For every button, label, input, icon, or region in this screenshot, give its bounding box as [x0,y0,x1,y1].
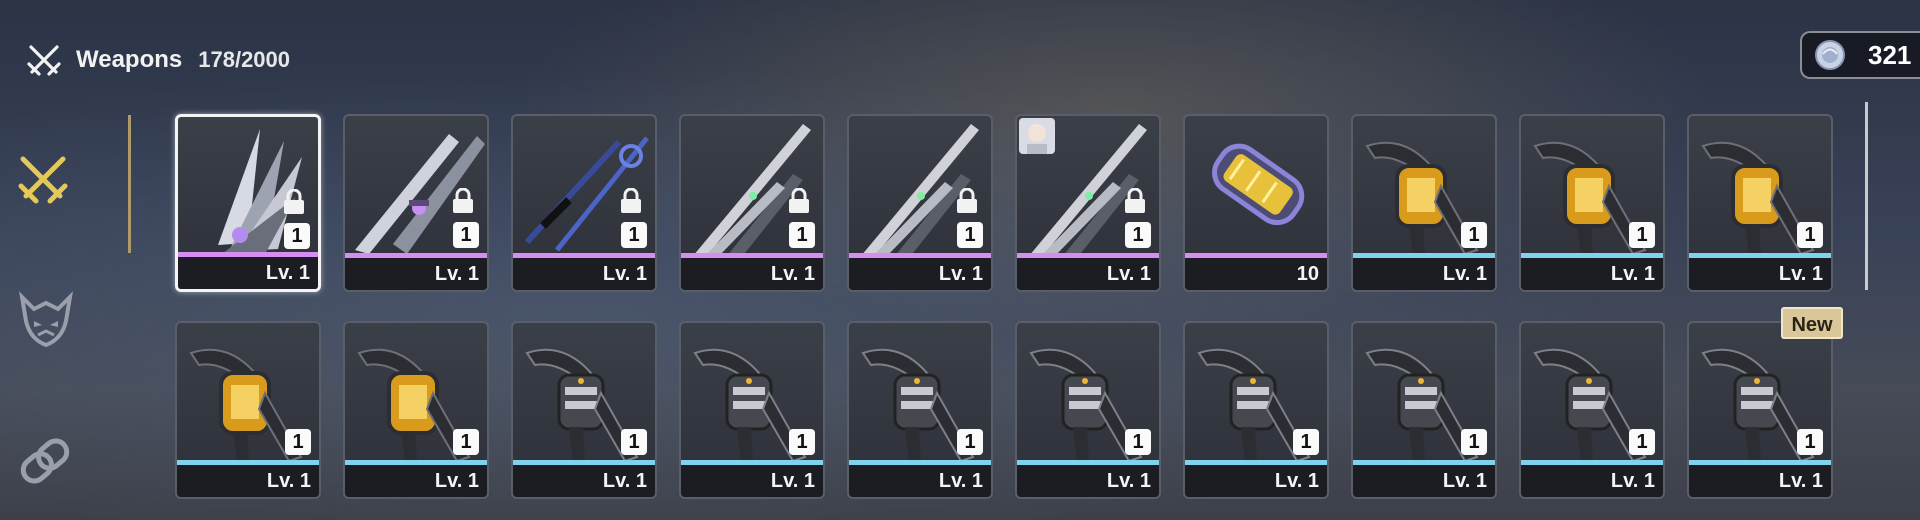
level-label: Lv. 1 [681,465,823,497]
quantity-badge: 1 [1461,222,1487,248]
level-label: Lv. 1 [513,258,655,290]
level-label: Lv. 1 [849,465,991,497]
weapon-card[interactable]: 10 [1183,114,1329,292]
demon-mask-icon [19,291,73,348]
quantity-badge: 1 [1629,222,1655,248]
weapon-card[interactable]: 1 Lv. 1 [175,114,321,292]
lock-icon [957,188,977,213]
weapon-card[interactable]: 1 Lv. 1 [343,114,489,292]
quantity-badge: 1 [957,429,983,455]
new-badge: New [1781,307,1843,339]
level-label: Lv. 1 [513,465,655,497]
level-label: Lv. 1 [1521,465,1663,497]
level-label: Lv. 1 [1017,465,1159,497]
quantity-badge: 1 [1461,429,1487,455]
lock-icon [789,188,809,213]
capsule-icon [1212,143,1305,226]
lock-icon [621,188,641,213]
weapon-card[interactable]: 1 Lv. 1 [847,321,993,499]
quantity-badge: 1 [1125,429,1151,455]
weapon-card[interactable]: 1 Lv. 1 [679,321,825,499]
quantity-badge: 1 [1293,429,1319,455]
coin-icon [1815,40,1845,70]
level-label: Lv. 1 [345,258,487,290]
weapon-card[interactable]: 1 Lv. 1 [1015,321,1161,499]
level-label: Lv. 1 [345,465,487,497]
sidebar-active-indicator [128,115,131,253]
weapon-card[interactable]: 1 Lv. 1 [1687,114,1833,292]
level-label: Lv. 1 [681,258,823,290]
level-label: Lv. 1 [1017,258,1159,290]
quantity-badge: 1 [789,222,815,248]
inventory-count: 178/2000 [198,47,291,72]
level-label: Lv. 1 [1689,258,1831,290]
quantity-badge: 1 [1797,222,1823,248]
weapon-card[interactable]: 1 Lv. 1 [511,114,657,292]
quantity-badge: 1 [621,429,647,455]
level-label: Lv. 1 [1689,465,1831,497]
lock-icon [284,189,304,214]
level-label: Lv. 1 [1185,465,1327,497]
currency-display[interactable]: 321 [1800,31,1920,79]
quantity-badge: 1 [453,429,479,455]
level-label: Lv. 1 [1353,258,1495,290]
gear-tab[interactable] [14,430,72,488]
weapon-card[interactable]: 1 Lv. 1 [679,114,825,292]
quantity-badge: 1 [1125,222,1151,248]
level-label: Lv. 1 [1521,258,1663,290]
quantity-badge: 1 [284,223,310,249]
weapon-card[interactable]: 1 Lv. 1 [1519,321,1665,499]
level-label: Lv. 1 [178,257,318,289]
quantity-badge: 1 [789,429,815,455]
level-label: Lv. 1 [1353,465,1495,497]
weapon-card[interactable]: 1 Lv. 1 [1351,114,1497,292]
scrollbar[interactable] [1865,102,1868,290]
weapon-card[interactable]: 1 Lv. 1 [175,321,321,499]
level-label: 10 [1185,258,1327,290]
crossed-swords-icon [18,156,68,204]
weapon-card[interactable]: 1 Lv. 1 [1183,321,1329,499]
quantity-badge: 1 [957,222,983,248]
weapon-card[interactable]: 1 Lv. 1 [1687,321,1833,499]
level-label: Lv. 1 [177,465,319,497]
currency-value: 321 [1868,39,1912,70]
weapon-card[interactable]: 1 Lv. 1 [1519,114,1665,292]
matrices-tab[interactable] [14,287,73,348]
weapon-card[interactable]: 1 Lv. 1 [1015,114,1161,292]
crossed-swords-icon [27,45,61,76]
level-label: Lv. 1 [849,258,991,290]
chain-link-icon [20,438,70,484]
weapons-tab[interactable] [14,150,72,208]
lock-icon [453,188,473,213]
page-title: Weapons [76,46,183,73]
quantity-badge: 1 [285,429,311,455]
quantity-badge: 1 [1629,429,1655,455]
weapon-card[interactable]: 1 Lv. 1 [343,321,489,499]
weapon-card[interactable]: 1 Lv. 1 [1351,321,1497,499]
quantity-badge: 1 [453,222,479,248]
inventory-header: Weapons 178/2000 [24,40,290,80]
lock-icon [1125,188,1145,213]
quantity-badge: 1 [1797,429,1823,455]
weapon-card[interactable]: 1 Lv. 1 [511,321,657,499]
character-avatar-icon [1019,118,1055,154]
weapon-card[interactable]: 1 Lv. 1 [847,114,993,292]
quantity-badge: 1 [621,222,647,248]
